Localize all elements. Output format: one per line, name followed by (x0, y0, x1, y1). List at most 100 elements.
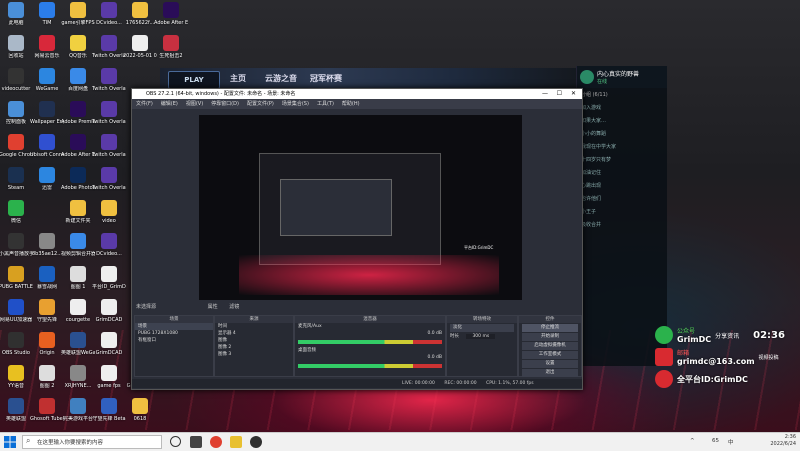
chrome-icon[interactable] (210, 436, 222, 448)
minimize-icon[interactable]: — (542, 89, 548, 99)
obs-taskbar-icon[interactable] (250, 436, 262, 448)
app-icon (8, 266, 24, 282)
menu-item[interactable]: 文件(F) (136, 101, 153, 107)
app-icon (39, 233, 55, 249)
desktop-icon[interactable]: 2022-05-01 05-19-26.0... (123, 35, 157, 73)
preview-nested-desktop (259, 153, 441, 265)
chat-message[interactable]: 加入游戏 (577, 101, 667, 114)
app-icon (39, 332, 55, 348)
source-item[interactable]: 图像 (215, 337, 293, 344)
preview-watermark: 平台ID:GrimDC (464, 245, 494, 250)
desktop-icon[interactable]: 英雄联盟 (0, 398, 33, 436)
desktop-icon-label: GrimDCAD (95, 317, 123, 323)
desktop-icon-label: Ghosoft TubeGet (30, 416, 64, 422)
volume-meter[interactable] (298, 340, 442, 344)
volume-meter[interactable] (298, 364, 442, 368)
desktop-icon-label: Twitch Overlay... (92, 119, 126, 125)
scene-item[interactable]: 有框窗口 (135, 337, 213, 344)
desktop-icon-label: Wallpaper Engine:... (30, 119, 64, 125)
play-button[interactable]: PLAY (168, 71, 220, 89)
duration-input[interactable]: 300 ms (466, 334, 496, 339)
desktop-icon-label: PUBG BATTLEGR... (0, 284, 33, 290)
source-item[interactable]: 图像 2 (215, 344, 293, 351)
ime-indicator[interactable]: 中 (728, 438, 734, 446)
scene-item[interactable]: PUBG 1728X1080 (135, 330, 213, 337)
chat-message[interactable]: 十四岁只有梦 (577, 153, 667, 166)
chat-message[interactable]: 吸收合并 (577, 218, 667, 231)
menu-item[interactable]: 帮助(H) (342, 101, 360, 107)
preview-nested-obs (280, 179, 392, 236)
chat-message-list: 加入游戏 如果大家… 小小的舞蹈 我现在中学大家 十四岁只有梦 加油记住 心跳出现 也许他们小… (577, 101, 667, 231)
app-icon (8, 101, 24, 117)
chat-message[interactable]: 也许他们 (577, 192, 667, 205)
tray-chevron-icon[interactable]: ^ (690, 438, 695, 444)
menu-item[interactable]: 停靠窗口(D) (211, 101, 239, 107)
taskbar-clock[interactable]: 2:36 2022/6/24 (770, 434, 796, 448)
chat-message[interactable]: 我现在中学大家 (577, 140, 667, 153)
desktop-icon[interactable]: 0618 (123, 398, 157, 436)
banner-nav-cloud[interactable]: 云游之音 (265, 73, 297, 84)
avatar[interactable] (580, 70, 594, 84)
desktop-icon-label: 控制面板 (5, 119, 26, 125)
banner-nav-cup[interactable]: 冠军杯赛 (310, 73, 342, 84)
chat-message[interactable]: 加油记住 (577, 166, 667, 179)
controls-title: 控件 (519, 316, 581, 323)
chat-message[interactable]: 小王子 (577, 205, 667, 218)
tab-properties[interactable]: 属性 (208, 304, 218, 310)
folder-icon[interactable] (230, 436, 242, 448)
desktop-icon[interactable]: 守望先锋 Beta (92, 398, 126, 436)
desktop-icon[interactable]: Ghosoft TubeGet (30, 398, 64, 436)
taskbar: 在这里输入你要搜索的内容 ⌕ ^ 65 中 2:36 2022/6/24 (0, 432, 800, 451)
chat-message[interactable]: 小小的舞蹈 (577, 127, 667, 140)
control-button[interactable]: 停止推流 (522, 324, 578, 332)
source-item[interactable]: 时间 (215, 323, 293, 330)
windows-start-icon[interactable] (4, 436, 16, 448)
app-icon (39, 266, 55, 282)
obs-window: OBS 27.2.1 (64-bit, windows) - 配置文件: 未命名… (131, 88, 583, 390)
file-explorer-icon[interactable] (190, 436, 202, 448)
menu-item[interactable]: 配置文件(P) (247, 101, 274, 107)
app-icon (8, 365, 24, 381)
stream-overlay: 公众号 GrimDC 分享资讯 02:36 邮箱 grimdc@163.com … (655, 325, 800, 395)
chat-message[interactable]: 心跳出现 (577, 179, 667, 192)
control-button[interactable]: 开始录制 (522, 333, 578, 341)
menu-item[interactable]: 场景集合(S) (282, 101, 309, 107)
chat-group-count[interactable]: 分组 (6/11) (577, 88, 667, 101)
desktop-icon-label: 百度网盘 (67, 86, 88, 92)
banner-nav-home[interactable]: 主页 (230, 73, 246, 84)
app-icon (101, 134, 117, 150)
control-button[interactable]: 工作室模式 (522, 351, 578, 359)
chat-message[interactable]: 如果大家… (577, 114, 667, 127)
desktop-icon[interactable]: 完美游戏平台 (61, 398, 95, 436)
app-icon (132, 398, 148, 414)
menu-item[interactable]: 工具(T) (317, 101, 334, 107)
source-item[interactable]: 图像 3 (215, 351, 293, 358)
mixer-channel-name: 桌面音频 (298, 348, 316, 353)
obs-preview[interactable]: 平台ID:GrimDC (199, 115, 522, 300)
menu-item[interactable]: 视图(V) (186, 101, 203, 107)
overlay-wechat: 公众号 GrimDC 分享资讯 02:36 (655, 325, 800, 345)
mail-address: grimdc@163.com (677, 357, 755, 366)
task-view-icon[interactable] (170, 436, 181, 447)
control-button[interactable]: 设置 (522, 360, 578, 368)
source-item[interactable]: 显示器 4 (215, 330, 293, 337)
desktop-icon-label: Adobe After Effects 2022 (61, 152, 95, 158)
clock-date: 2022/6/24 (770, 441, 796, 447)
maximize-icon[interactable]: ☐ (557, 89, 562, 99)
transition-select[interactable]: 淡化 (450, 324, 514, 332)
scene-item[interactable]: 场景 (135, 323, 213, 330)
desktop-icon[interactable]: 迅雷 (30, 167, 64, 205)
mixer-channel-name: 麦克风/Aux (298, 324, 322, 329)
desktop-icon-label: 生死狙击2 (159, 53, 183, 59)
close-icon[interactable]: ✕ (571, 89, 576, 99)
tab-filters[interactable]: 滤镜 (229, 304, 239, 310)
desktop-icon-label: 微信 (10, 218, 21, 224)
menu-item[interactable]: 编辑(E) (161, 101, 178, 107)
control-button[interactable]: 启动虚拟摄像机 (522, 342, 578, 350)
app-icon (8, 68, 24, 84)
control-button[interactable]: 退出 (522, 369, 578, 377)
mixer-title: 混音器 (295, 316, 445, 323)
app-icon (70, 365, 86, 381)
taskbar-search-input[interactable]: 在这里输入你要搜索的内容 (22, 435, 162, 449)
app-icon (101, 200, 117, 216)
